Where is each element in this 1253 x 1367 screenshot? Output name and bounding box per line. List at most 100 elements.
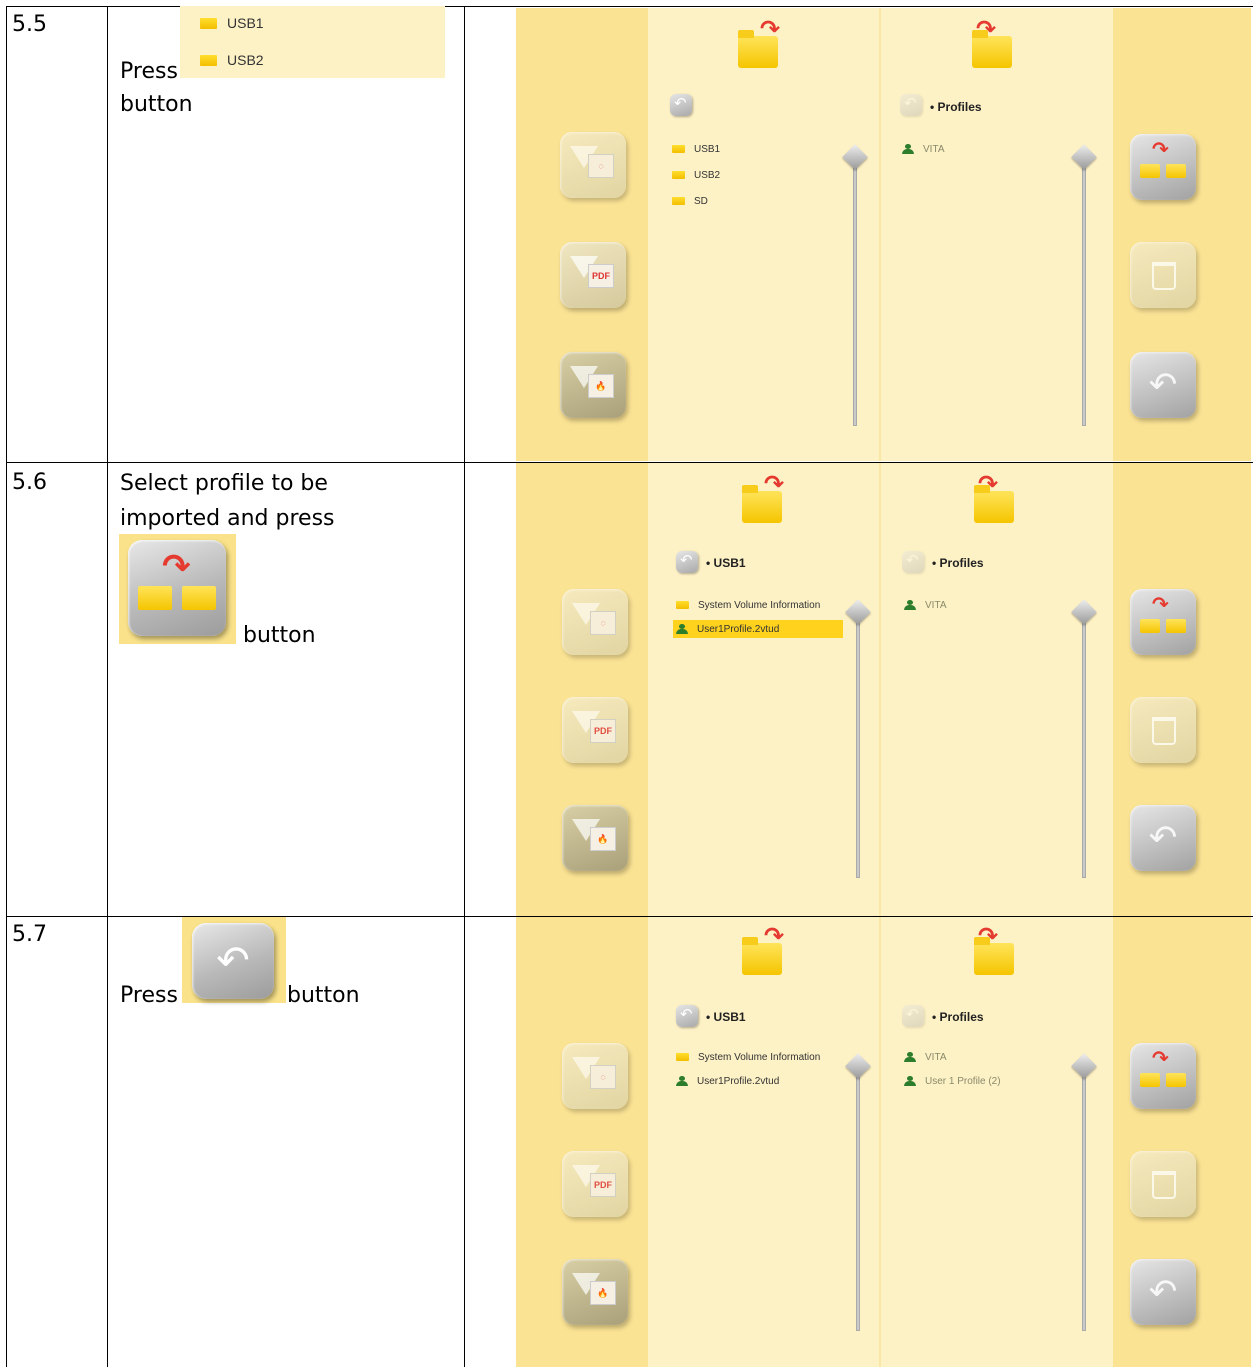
instruction-line-2: imported and press bbox=[120, 506, 335, 531]
folder-icon bbox=[200, 54, 217, 66]
export-arrow-icon: ↷ bbox=[760, 16, 781, 43]
back-button-image: ↶ bbox=[192, 923, 274, 999]
delete-button[interactable] bbox=[1130, 242, 1196, 308]
source-back-button[interactable] bbox=[676, 551, 698, 573]
copy-button-snippet: ↷ bbox=[119, 534, 236, 644]
list-item-label: VITA bbox=[923, 143, 945, 155]
back-button-snippet: ↶ bbox=[182, 917, 286, 1003]
filter-profile-button[interactable]: 🔥 bbox=[562, 805, 628, 871]
device-screen: ↷ ↷ • USB1 • Profiles System Volume Info… bbox=[516, 463, 1251, 916]
filter-pdf-button[interactable]: PDF bbox=[562, 1151, 628, 1217]
source-back-button[interactable] bbox=[676, 1005, 698, 1027]
list-item-label: System Volume Information bbox=[698, 599, 821, 611]
import-arrow-icon: ↷ bbox=[976, 16, 997, 43]
source-list-item[interactable]: System Volume Information bbox=[676, 596, 820, 614]
list-item-label: USB2 bbox=[227, 52, 264, 68]
source-list-item[interactable]: USB2 bbox=[672, 166, 720, 184]
source-list-item[interactable]: USB1 bbox=[672, 140, 720, 158]
import-arrow-icon: ↷ bbox=[978, 471, 999, 498]
source-pane bbox=[648, 8, 879, 461]
profile-icon bbox=[902, 144, 914, 154]
target-list-item[interactable]: User 1 Profile (2) bbox=[904, 1072, 1001, 1090]
list-item-label: USB1 bbox=[227, 15, 264, 31]
target-back-button[interactable] bbox=[900, 94, 922, 116]
instruction-button: button bbox=[243, 623, 316, 648]
back-button[interactable]: ↶ bbox=[1130, 352, 1196, 418]
instruction-press: Press bbox=[120, 59, 178, 84]
copy-button-image: ↷ bbox=[128, 540, 226, 636]
table-border-left bbox=[6, 6, 7, 1367]
filter-image-button[interactable]: ◌ bbox=[562, 1043, 628, 1109]
list-item-label: SD bbox=[694, 195, 708, 207]
delete-button[interactable] bbox=[1130, 1151, 1196, 1217]
profile-icon bbox=[676, 1076, 688, 1086]
folder-icon bbox=[1166, 164, 1186, 178]
trash-icon bbox=[1152, 1171, 1176, 1199]
source-scrollbar[interactable] bbox=[853, 158, 857, 426]
list-item-label: USB2 bbox=[694, 169, 721, 181]
filter-pdf-button[interactable]: PDF bbox=[562, 697, 628, 763]
back-arrow-icon: ↶ bbox=[1148, 366, 1178, 404]
profile-icon bbox=[904, 600, 916, 610]
export-arrow-icon: ↷ bbox=[764, 923, 785, 950]
list-item-label: VITA bbox=[925, 599, 947, 611]
trash-icon bbox=[1152, 262, 1176, 290]
target-list-item[interactable]: VITA bbox=[902, 140, 944, 158]
import-arrow-icon: ↷ bbox=[978, 923, 999, 950]
source-pane bbox=[648, 463, 879, 916]
source-back-button[interactable] bbox=[670, 94, 692, 116]
source-list-item-selected[interactable]: User1Profile.2vtud bbox=[673, 620, 843, 638]
folder-icon bbox=[138, 586, 172, 610]
copy-button[interactable]: ↷ bbox=[1130, 1043, 1196, 1109]
pdf-doc-icon: PDF bbox=[590, 719, 616, 743]
source-scrollbar[interactable] bbox=[856, 613, 860, 878]
pdf-doc-icon: PDF bbox=[588, 264, 614, 288]
step-number: 5.6 bbox=[12, 470, 47, 495]
instruction-press: Press bbox=[120, 983, 178, 1008]
folder-icon bbox=[1140, 164, 1160, 178]
filter-image-button[interactable]: ◌ bbox=[562, 589, 628, 655]
folder-icon bbox=[676, 1053, 689, 1061]
target-back-button[interactable] bbox=[902, 1005, 924, 1027]
profile-icon bbox=[904, 1076, 916, 1086]
filter-pdf-button[interactable]: PDF bbox=[560, 242, 626, 308]
back-button[interactable]: ↶ bbox=[1130, 1259, 1196, 1325]
source-scrollbar[interactable] bbox=[856, 1067, 860, 1331]
step-number: 5.5 bbox=[12, 12, 47, 37]
delete-button[interactable] bbox=[1130, 697, 1196, 763]
source-pane bbox=[648, 917, 879, 1367]
folder-icon bbox=[672, 197, 685, 205]
list-item-label: User 1 Profile (2) bbox=[925, 1075, 1001, 1087]
copy-button[interactable]: ↷ bbox=[1130, 134, 1196, 200]
filter-image-button[interactable]: ◌ bbox=[560, 132, 626, 198]
source-path: • USB1 bbox=[706, 1010, 746, 1024]
back-button[interactable]: ↶ bbox=[1130, 805, 1196, 871]
copy-button[interactable]: ↷ bbox=[1130, 589, 1196, 655]
target-back-button[interactable] bbox=[902, 551, 924, 573]
target-path: • Profiles bbox=[932, 556, 984, 570]
image-doc-icon: ◌ bbox=[588, 154, 614, 178]
filter-profile-button[interactable]: 🔥 bbox=[560, 352, 626, 418]
source-path: • USB1 bbox=[706, 556, 746, 570]
source-list-item[interactable]: System Volume Information bbox=[676, 1048, 820, 1066]
back-arrow-icon: ↶ bbox=[216, 939, 250, 983]
list-item-label: User1Profile.2vtud bbox=[697, 623, 780, 635]
list-item-label: User1Profile.2vtud bbox=[697, 1075, 780, 1087]
target-pane bbox=[881, 917, 1113, 1367]
instruction-line-1: Select profile to be bbox=[120, 471, 328, 496]
target-list-item[interactable]: VITA bbox=[904, 1048, 946, 1066]
instruction-button: button bbox=[120, 92, 193, 117]
target-scrollbar[interactable] bbox=[1082, 613, 1086, 878]
copy-arrow-icon: ↷ bbox=[1152, 139, 1169, 161]
target-list-item[interactable]: VITA bbox=[904, 596, 946, 614]
folder-icon bbox=[182, 586, 216, 610]
filter-profile-button[interactable]: 🔥 bbox=[562, 1259, 628, 1325]
target-scrollbar[interactable] bbox=[1082, 158, 1086, 426]
table-col-divider-2 bbox=[464, 6, 465, 1367]
target-scrollbar[interactable] bbox=[1082, 1067, 1086, 1331]
folder-icon bbox=[672, 145, 685, 153]
folder-icon bbox=[1166, 619, 1186, 633]
source-list-item[interactable]: User1Profile.2vtud bbox=[676, 1072, 779, 1090]
source-list-item[interactable]: SD bbox=[672, 192, 708, 210]
copy-arrow-icon: ↷ bbox=[1152, 1048, 1169, 1070]
